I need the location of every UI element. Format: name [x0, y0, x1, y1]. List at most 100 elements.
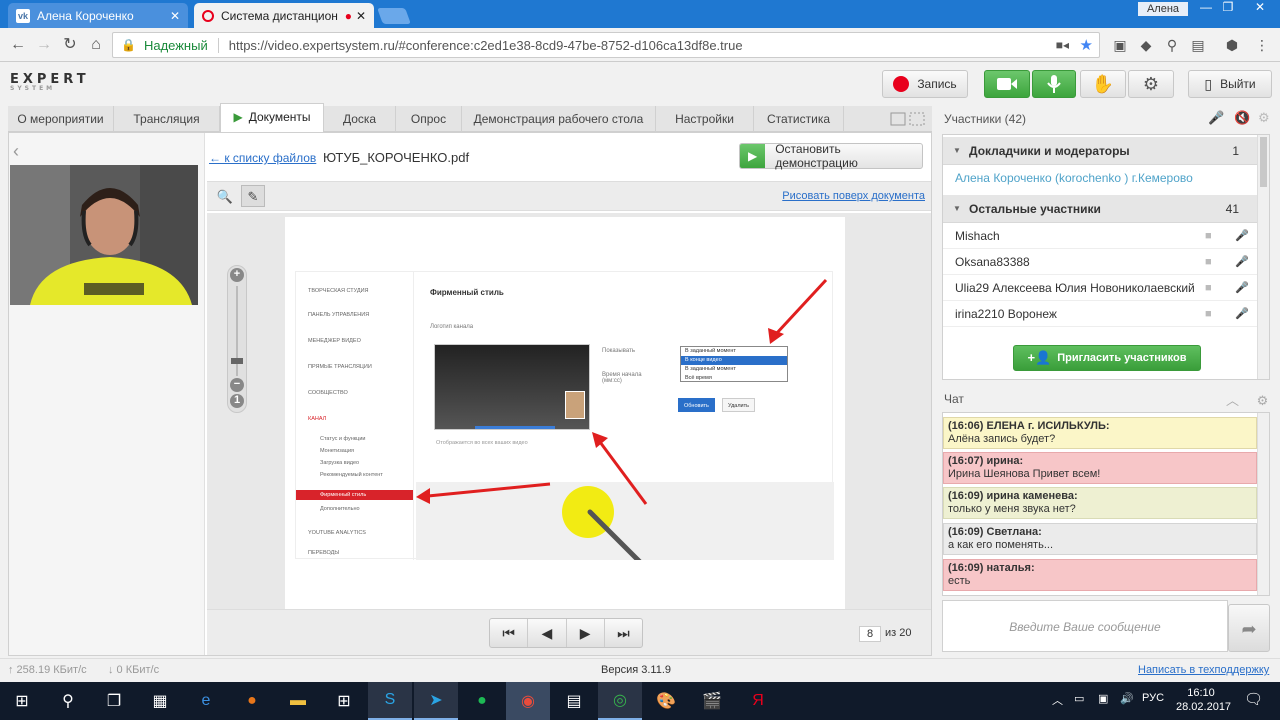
extension-icon[interactable]: ▣: [1112, 37, 1128, 53]
first-page-icon[interactable]: ⏮: [490, 619, 529, 647]
zoom-handle[interactable]: [231, 358, 243, 364]
system-clock[interactable]: 16:10 28.02.2017: [1176, 686, 1231, 714]
zoom-in-icon[interactable]: +: [230, 268, 244, 282]
settings-icon[interactable]: ⚙: [1258, 110, 1270, 126]
browser-tab-expert[interactable]: Система дистанцион ● ✕: [194, 3, 374, 28]
new-tab-button[interactable]: [377, 8, 411, 24]
search-icon[interactable]: ⚲: [1164, 37, 1180, 53]
tray-network-icon[interactable]: ▣: [1098, 692, 1108, 705]
scrollbar-thumb[interactable]: [1260, 137, 1267, 187]
mute-all-mic-icon[interactable]: 🎤: [1208, 110, 1224, 126]
next-page-icon[interactable]: ▶: [567, 619, 605, 647]
windows-start-icon[interactable]: ⊞: [0, 682, 44, 720]
browser-tab-vk[interactable]: vk Алена Короченко ✕: [8, 3, 188, 28]
document-viewer: + − 1 ТВОРЧЕСКАЯ СТУДИЯ ПАНЕЛЬ УПРАВЛЕНИ…: [207, 213, 931, 609]
record-button[interactable]: Запись: [882, 70, 968, 98]
settings-button[interactable]: ⚙: [1128, 70, 1174, 98]
tab-documents[interactable]: ▶ Документы: [220, 103, 324, 132]
back-icon[interactable]: ←: [8, 35, 28, 55]
yandex-browser-icon[interactable]: Я: [736, 682, 780, 720]
tab-settings[interactable]: Настройки: [656, 106, 754, 132]
calculator-icon[interactable]: ▦: [138, 682, 182, 720]
task-view-icon[interactable]: ❐: [92, 682, 136, 720]
tray-chevron-up-icon[interactable]: ︿: [1052, 692, 1063, 708]
tab-about[interactable]: О мероприятии: [8, 106, 114, 132]
webcam-video: [10, 165, 198, 305]
camera-toggle-button[interactable]: [984, 70, 1030, 98]
raise-hand-button[interactable]: ✋: [1080, 70, 1126, 98]
participant-row[interactable]: Mishach ■ 🎤: [943, 223, 1257, 249]
participant-row[interactable]: Ulia29 Алексеева Юлия Новониколаевский ■…: [943, 275, 1257, 301]
paint-icon[interactable]: 🎨: [644, 682, 688, 720]
last-page-icon[interactable]: ⏭: [605, 619, 642, 647]
send-message-button[interactable]: ➦: [1228, 604, 1270, 652]
telegram-icon[interactable]: ➤: [414, 682, 458, 720]
group-label: Докладчики и модераторы: [969, 144, 1130, 158]
recording-app-icon[interactable]: ◎: [598, 682, 642, 720]
spotify-icon[interactable]: ●: [460, 682, 504, 720]
window-user[interactable]: Алена: [1138, 2, 1188, 16]
mute-all-icon[interactable]: 🔇: [1234, 110, 1250, 126]
firefox-icon[interactable]: ●: [230, 682, 274, 720]
tab-broadcast[interactable]: Трансляция: [114, 106, 220, 132]
page-number-field[interactable]: 8: [859, 626, 881, 642]
tray-dropbox-icon[interactable]: ▭: [1074, 692, 1084, 705]
keyboard-language[interactable]: РУС: [1142, 692, 1164, 704]
microphone-toggle-button[interactable]: [1032, 70, 1076, 98]
support-link[interactable]: Написать в техподдержку: [1138, 664, 1269, 676]
participant-row[interactable]: irina2210 Воронеж ■ 🎤: [943, 301, 1257, 327]
close-icon[interactable]: ✕: [170, 9, 180, 23]
tab-screen-share[interactable]: Демонстрация рабочего стола: [462, 106, 656, 132]
file-explorer-icon[interactable]: ▬: [276, 682, 320, 720]
pointer-tool-icon[interactable]: ✎: [241, 185, 265, 207]
home-icon[interactable]: ⌂: [86, 35, 106, 55]
chat-scrollbar[interactable]: [1257, 413, 1269, 595]
gear-icon[interactable]: ⚙: [1257, 393, 1269, 408]
group-moderators[interactable]: ▼ Докладчики и модераторы 1: [943, 137, 1257, 165]
document-app-icon[interactable]: ▤: [552, 682, 596, 720]
chrome-icon[interactable]: ◉: [506, 682, 550, 720]
chevron-up-icon[interactable]: ︿: [1226, 393, 1239, 408]
panel-layout-icons[interactable]: [890, 112, 926, 126]
zoom-reset-icon[interactable]: 1: [230, 394, 244, 408]
tab-poll[interactable]: Опрос: [396, 106, 462, 132]
draw-over-document-link[interactable]: Рисовать поверх документа: [782, 190, 925, 202]
store-icon[interactable]: ⊞: [322, 682, 366, 720]
invite-participants-button[interactable]: +👤 Пригласить участников: [1013, 345, 1201, 371]
reload-icon[interactable]: ↻: [60, 35, 80, 55]
chat-message-input[interactable]: Введите Ваше сообщение: [942, 600, 1228, 652]
search-icon[interactable]: ⚲: [46, 682, 90, 720]
participant-row[interactable]: Oksana83388 ■ 🎤: [943, 249, 1257, 275]
camera-icon[interactable]: ■◂: [1056, 38, 1069, 52]
forward-icon[interactable]: →: [34, 35, 54, 55]
tab-whiteboard[interactable]: Доска: [324, 106, 396, 132]
expert-system-icon: [202, 9, 214, 22]
close-window-icon[interactable]: ✕: [1242, 0, 1278, 16]
participants-scrollbar[interactable]: [1257, 135, 1269, 379]
bookmark-star-icon[interactable]: ★: [1080, 36, 1093, 54]
exit-button[interactable]: ▯ Выйти: [1188, 70, 1272, 98]
stop-demo-button[interactable]: ▶ Остановить демонстрацию: [739, 142, 923, 170]
video-editor-icon[interactable]: 🎬: [690, 682, 734, 720]
notifications-icon[interactable]: 🗨: [1244, 690, 1263, 708]
close-icon[interactable]: ✕: [356, 9, 366, 23]
tray-volume-icon[interactable]: 🔊: [1120, 692, 1134, 705]
translate-icon[interactable]: ▤: [1190, 37, 1206, 53]
url-field[interactable]: 🔒 Надежный https://video.expertsystem.ru…: [112, 32, 1100, 58]
moderator-row[interactable]: Алена Короченко (korochenko ) г.Кемерово…: [943, 165, 1257, 211]
layers-icon[interactable]: ◆: [1138, 37, 1154, 53]
collapse-arrow-icon[interactable]: ‹: [13, 141, 19, 162]
menu-icon[interactable]: ⋮: [1254, 37, 1270, 53]
group-others[interactable]: ▼ Остальные участники 41: [943, 195, 1257, 223]
message-header: (16:06) ЕЛЕНА г. ИСИЛЬКУЛЬ:: [948, 420, 1110, 432]
zoom-slider[interactable]: + − 1: [227, 265, 247, 413]
zoom-out-icon[interactable]: −: [230, 378, 244, 392]
cube-icon[interactable]: ⬢: [1224, 37, 1240, 53]
back-to-files-link[interactable]: ← к списку файлов: [209, 151, 316, 165]
maximize-icon[interactable]: ❐: [1214, 0, 1242, 16]
prev-page-icon[interactable]: ◀: [528, 619, 567, 647]
skype-icon[interactable]: S: [368, 682, 412, 720]
zoom-tool-icon[interactable]: 🔍: [213, 185, 237, 207]
tab-statistics[interactable]: Статистика: [754, 106, 844, 132]
edge-icon[interactable]: e: [184, 682, 228, 720]
